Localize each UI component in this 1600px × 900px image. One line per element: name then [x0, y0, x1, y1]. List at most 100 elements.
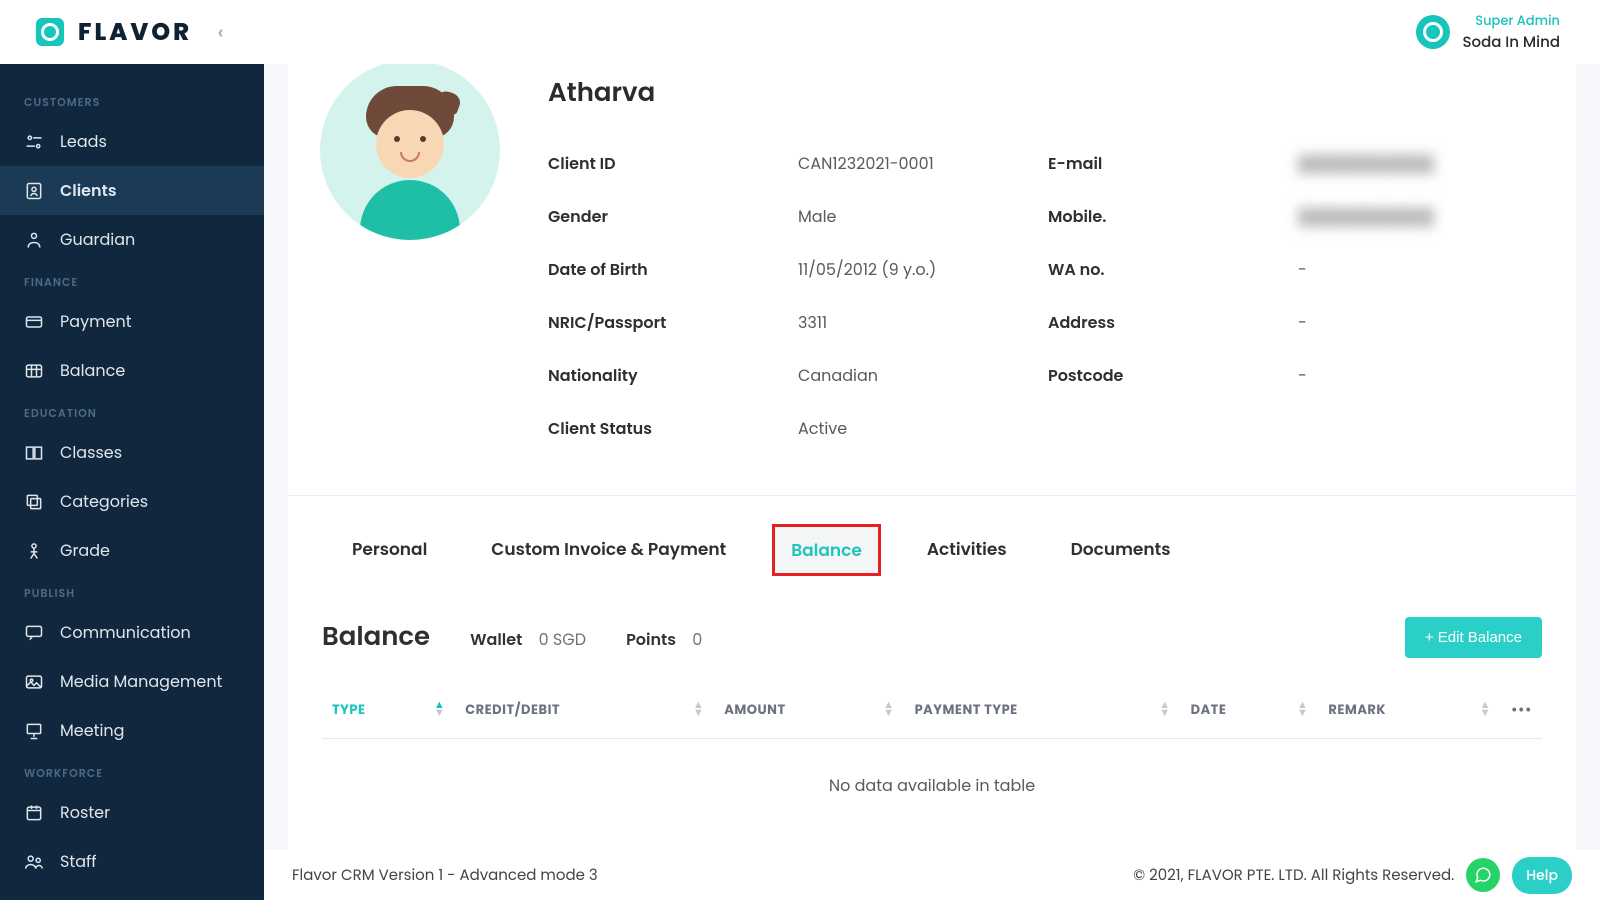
present-icon: [24, 721, 44, 741]
sidebar-item-classes[interactable]: Classes: [0, 428, 264, 477]
points-value: 0: [692, 628, 702, 651]
brand-block[interactable]: FLAVOR ‹‹: [36, 15, 218, 50]
sidebar-item-categories[interactable]: Categories: [0, 477, 264, 526]
sidebar-item-leads[interactable]: Leads: [0, 117, 264, 166]
wallet-value: 0 SGD: [539, 628, 586, 651]
info-row: WA no.-: [1048, 243, 1544, 296]
sidebar-item-clients[interactable]: Clients: [0, 166, 264, 215]
client-tabs: Personal Custom Invoice & Payment Balance A…: [288, 496, 1576, 605]
image-icon: [24, 672, 44, 692]
card-icon: [24, 312, 44, 332]
info-label: Nationality: [548, 363, 798, 388]
balance-heading: Balance: [322, 618, 430, 657]
sidebar-item-roster[interactable]: Roster: [0, 788, 264, 837]
tab-documents[interactable]: Documents: [1053, 524, 1189, 576]
tab-invoice[interactable]: Custom Invoice & Payment: [473, 524, 744, 576]
brand-name: FLAVOR: [78, 15, 192, 50]
sidebar-item-label: Classes: [60, 440, 122, 465]
info-row: Date of Birth11/05/2012 (9 y.o.): [548, 243, 1048, 296]
info-label: Gender: [548, 204, 798, 229]
info-row: Address-: [1048, 296, 1544, 349]
info-label: Client ID: [548, 151, 798, 176]
sidebar-item-payment[interactable]: Payment: [0, 297, 264, 346]
client-card: Atharva Client IDCAN1232021-0001GenderMa…: [288, 64, 1576, 900]
info-value: ████████████: [1298, 204, 1544, 229]
sidebar-item-label: Communication: [60, 620, 191, 645]
sidebar-item-label: Categories: [60, 489, 148, 514]
info-label: Client Status: [548, 416, 798, 441]
clients-icon: [24, 181, 44, 201]
sidebar-section-title: FINANCE: [0, 268, 264, 297]
info-value: -: [1298, 257, 1544, 282]
footer-version: Flavor CRM Version 1 - Advanced mode 3: [292, 864, 598, 887]
user-role: Super Admin: [1462, 11, 1560, 31]
sidebar-section-title: PUBLISH: [0, 579, 264, 608]
sidebar-item-meeting[interactable]: Meeting: [0, 706, 264, 755]
col-credit[interactable]: CREDIT/DEBIT▲▼: [455, 682, 714, 739]
client-name: Atharva: [548, 74, 1544, 113]
tab-balance[interactable]: Balance: [772, 524, 881, 576]
user-menu[interactable]: Super Admin Soda In Mind: [1416, 11, 1560, 54]
col-date[interactable]: DATE▲▼: [1181, 682, 1319, 739]
user-text: Super Admin Soda In Mind: [1462, 11, 1560, 54]
col-type[interactable]: TYPE▲▼: [322, 682, 455, 739]
main-content: Atharva Client IDCAN1232021-0001GenderMa…: [264, 64, 1600, 900]
sidebar-item-label: Clients: [60, 178, 117, 203]
sidebar-item-label: Media Management: [60, 669, 222, 694]
info-value: Canadian: [798, 363, 1048, 388]
tab-activities[interactable]: Activities: [909, 524, 1025, 576]
info-label: Mobile.: [1048, 204, 1298, 229]
sidebar-item-label: Balance: [60, 358, 125, 383]
sidebar-item-label: Payment: [60, 309, 132, 334]
brand-logo-icon: [36, 18, 64, 46]
grid-icon: [24, 361, 44, 381]
info-value: -: [1298, 363, 1544, 388]
sidebar-section-title: EDUCATION: [0, 399, 264, 428]
footer: Flavor CRM Version 1 - Advanced mode 3 ©…: [264, 850, 1600, 900]
info-value: CAN1232021-0001: [798, 151, 1048, 176]
calendar-icon: [24, 803, 44, 823]
sidebar: CUSTOMERSLeadsClientsGuardianFINANCEPaym…: [0, 64, 264, 900]
whatsapp-icon[interactable]: [1466, 858, 1500, 892]
balance-summary-bar: Balance Wallet 0 SGD Points 0 + Edit Bal…: [288, 605, 1576, 682]
book-icon: [24, 443, 44, 463]
info-row: Client StatusActive: [548, 402, 1048, 455]
leads-icon: [24, 132, 44, 152]
tab-personal[interactable]: Personal: [334, 524, 445, 576]
sidebar-item-communication[interactable]: Communication: [0, 608, 264, 657]
edit-balance-button[interactable]: + Edit Balance: [1405, 617, 1542, 658]
col-amount[interactable]: AMOUNT▲▼: [714, 682, 904, 739]
sidebar-item-balance[interactable]: Balance: [0, 346, 264, 395]
sidebar-item-media[interactable]: Media Management: [0, 657, 264, 706]
info-label: E-mail: [1048, 151, 1298, 176]
help-button[interactable]: Help: [1512, 857, 1572, 894]
user-org: Soda In Mind: [1462, 31, 1560, 54]
client-avatar: [320, 64, 500, 240]
info-row: Postcode-: [1048, 349, 1544, 402]
people-icon: [24, 852, 44, 872]
col-actions[interactable]: •••: [1501, 682, 1542, 739]
sidebar-item-label: Guardian: [60, 227, 135, 252]
guardian-icon: [24, 230, 44, 250]
sidebar-item-grade[interactable]: Grade: [0, 526, 264, 575]
info-value: Active: [798, 416, 1048, 441]
points-label: Points: [626, 628, 676, 651]
info-label: NRIC/Passport: [548, 310, 798, 335]
info-value: -: [1298, 310, 1544, 335]
info-value: 11/05/2012 (9 y.o.): [798, 257, 1048, 282]
footer-copyright: © 2021, FLAVOR PTE. LTD. All Rights Rese…: [1133, 864, 1454, 887]
col-remark[interactable]: REMARK▲▼: [1318, 682, 1501, 739]
info-label: Date of Birth: [548, 257, 798, 282]
col-ptype[interactable]: PAYMENT TYPE▲▼: [905, 682, 1181, 739]
table-empty-message: No data available in table: [322, 739, 1542, 833]
sidebar-item-staff[interactable]: Staff: [0, 837, 264, 886]
balance-table: TYPE▲▼CREDIT/DEBIT▲▼AMOUNT▲▼PAYMENT TYPE…: [288, 682, 1576, 856]
topbar: FLAVOR ‹‹ Super Admin Soda In Mind: [0, 0, 1600, 64]
sidebar-item-guardian[interactable]: Guardian: [0, 215, 264, 264]
info-value: ████████████: [1298, 151, 1544, 176]
sidebar-item-label: Meeting: [60, 718, 124, 743]
info-label: Postcode: [1048, 363, 1298, 388]
client-info: Atharva Client IDCAN1232021-0001GenderMa…: [548, 64, 1544, 455]
client-profile-header: Atharva Client IDCAN1232021-0001GenderMa…: [288, 64, 1576, 496]
wallet-label: Wallet: [470, 628, 522, 651]
